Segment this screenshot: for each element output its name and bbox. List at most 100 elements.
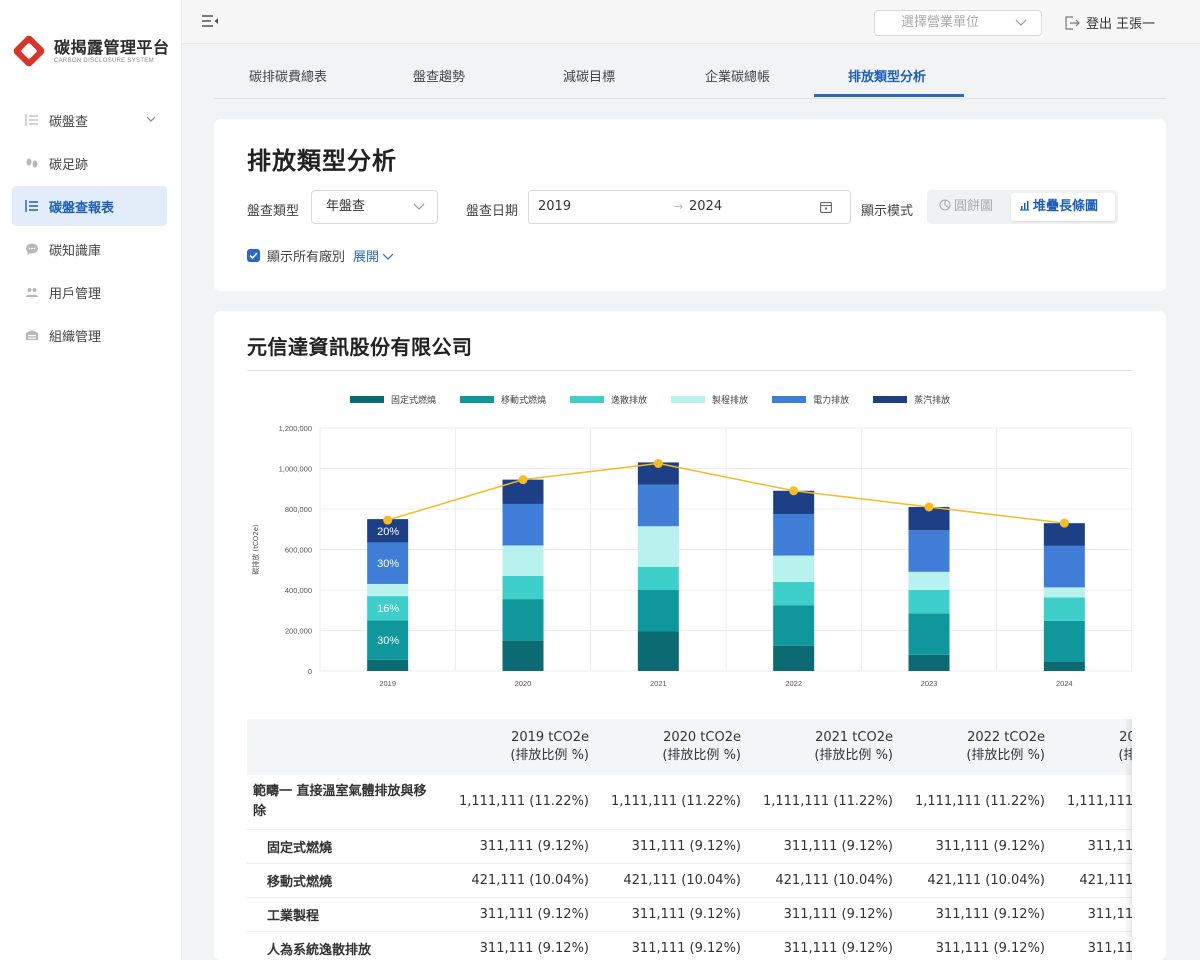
table-cell: 311,111 (9.12%) (599, 829, 751, 864)
table-cell: 311,111 (9.12%) (751, 897, 903, 932)
trend-point (383, 515, 393, 525)
date-range-arrow: → (674, 200, 684, 213)
show-all-plants-checkbox[interactable] (247, 249, 260, 262)
page-title: 排放類型分析 (247, 147, 397, 175)
date-end[interactable]: 2024 (689, 191, 722, 223)
legend-item[interactable]: 電力排放 (772, 393, 849, 406)
x-tick-label: 2023 (921, 679, 938, 688)
pie-chart-mode-button[interactable]: 圓餅圖 (931, 193, 1001, 221)
sidebar-item-carbon-report[interactable]: 碳盤查報表 (12, 186, 167, 226)
legend-swatch (873, 396, 908, 403)
check-icon (249, 252, 258, 260)
x-tick-label: 2019 (379, 679, 396, 688)
table-header-line: 2021 tCO2e (815, 730, 893, 745)
legend-item[interactable]: 移動式燃燒 (460, 393, 546, 406)
tab-carbon-fee-summary[interactable]: 碳排碳費總表 (249, 66, 327, 85)
logout-icon (1065, 15, 1080, 30)
tab-reduction-target[interactable]: 減碳目標 (563, 66, 615, 85)
tab-enterprise-ledger[interactable]: 企業碳總帳 (705, 66, 770, 85)
divider (247, 370, 1132, 371)
legend-item[interactable]: 蒸汽排放 (873, 393, 950, 406)
chevron-down-icon (413, 203, 425, 210)
logo[interactable]: 碳揭露管理平台 CARBON DISCLOSURE SYSTEM (12, 34, 170, 68)
y-tick-label: 200,000 (285, 627, 312, 636)
row-label: 固定式燃燒 (247, 829, 447, 864)
y-tick-label: 0 (308, 667, 312, 676)
sidebar-item-carbon-inventory[interactable]: 碳盤查 (12, 100, 167, 140)
x-tick-label: 2021 (650, 679, 667, 688)
expand-link[interactable]: 展開 (353, 246, 394, 265)
legend-swatch (460, 396, 495, 403)
trend-point (924, 502, 934, 512)
table-cell: 421,111 (10.04%) (903, 863, 1055, 898)
bar-segment (637, 590, 679, 632)
bar-chart-icon (1020, 201, 1029, 211)
table-header-cell: 2021 tCO2e (排放比例 %) (751, 719, 903, 775)
table-cell: 1,111,111 (11.22%) (447, 775, 599, 830)
bar-segment (773, 581, 815, 606)
sidebar-item-user-management[interactable]: 用戶管理 (12, 272, 167, 312)
legend-item[interactable]: 製程排放 (671, 393, 748, 406)
y-tick-label: 1,200,000 (279, 424, 312, 433)
bar-data-label: 20% (377, 526, 399, 538)
legend-label: 固定式燃燒 (391, 396, 437, 406)
collapse-menu-icon[interactable] (202, 15, 218, 27)
table-cell: 311,111 (9.12%) (447, 931, 599, 960)
x-tick-label: 2024 (1056, 679, 1073, 688)
sidebar-item-carbon-footprint[interactable]: 碳足跡 (12, 143, 167, 183)
legend-item[interactable]: 固定式燃燒 (350, 393, 436, 406)
table-header-cell (247, 719, 447, 775)
company-name: 元信達資訊股份有限公司 (247, 335, 473, 359)
y-tick-label: 400,000 (285, 586, 312, 595)
display-mode-toggle: 圓餅圖 堆疊長條圖 (927, 190, 1118, 224)
tab-emission-type-analysis[interactable]: 排放類型分析 (848, 66, 926, 85)
y-axis-label: 碳排放 (tCO2e) (251, 524, 260, 575)
table-cell: 311,111 (9.12%) (903, 897, 1055, 932)
unit-select[interactable]: 選擇營業單位 (874, 10, 1042, 36)
logo-icon (12, 34, 46, 68)
inventory-type-select[interactable]: 年盤查 (311, 190, 438, 224)
chevron-down-icon (1015, 19, 1027, 26)
legend-item[interactable]: 逸散排放 (570, 393, 647, 406)
table-cell: 421,111 (10.04%) (751, 863, 903, 898)
y-tick-label: 600,000 (285, 546, 312, 555)
table-cell: 311,111 (9.12%) (1055, 931, 1132, 960)
legend-label: 製程排放 (712, 396, 749, 406)
table-cell: 311,111 (9.12%) (447, 829, 599, 864)
bar-segment (908, 571, 950, 590)
table-row: 固定式燃燒 311,111 (9.12%) 311,111 (9.12%) 311,1… (247, 829, 1132, 864)
sidebar-item-label: 碳盤查報表 (49, 200, 115, 216)
list-icon (25, 113, 39, 127)
calendar-icon (820, 202, 832, 213)
table-cell: 311,111 (9.12%) (751, 931, 903, 960)
sidebar-item-org-management[interactable]: 組織管理 (12, 315, 167, 355)
row-label: 範疇一 直接溫室氣體排放與移除 (247, 775, 447, 830)
stacked-bar-mode-button[interactable]: 堆疊長條圖 (1011, 193, 1115, 221)
inventory-type-label: 盤查類型 (247, 204, 300, 219)
trend-point (789, 486, 799, 496)
chart-panel: 元信達資訊股份有限公司 固定式燃燒 移動式燃燒 逸散排放 製程排放 電力排放 蒸汽排放 0… (214, 311, 1166, 960)
table-cell: 311,111 (9.12%) (447, 897, 599, 932)
x-tick-label: 2022 (785, 679, 802, 688)
bar-segment (637, 631, 679, 671)
trend-point (518, 475, 528, 485)
tab-inventory-trend[interactable]: 盤查趨勢 (413, 66, 465, 85)
bar-segment (908, 654, 950, 671)
sidebar-item-knowledge-base[interactable]: 碳知識庫 (12, 229, 167, 269)
footprint-icon (25, 156, 39, 170)
table-cell: 1,111,111 (11.22%) (751, 775, 903, 830)
user-name: 王張一 (1116, 17, 1156, 32)
table-row: 移動式燃燒 421,111 (10.04%) 421,111 (10.04%) 421… (247, 863, 1132, 898)
table-header-cell: 2019 tCO2e (排放比例 %) (447, 719, 599, 775)
bar-segment (637, 566, 679, 590)
date-start[interactable]: 2019 (538, 199, 571, 214)
table-cell: 311,111 (9.12%) (751, 829, 903, 864)
bar-segment (773, 514, 815, 556)
x-tick-label: 2020 (515, 679, 532, 688)
sidebar-item-label: 用戶管理 (49, 286, 102, 302)
expand-label: 展開 (353, 250, 380, 265)
table-header-line: (排放比例 %) (966, 748, 1045, 763)
inventory-date-range[interactable]: 2019 → 2024 (528, 190, 851, 224)
logout-button[interactable]: 登出 王張一 (1065, 13, 1155, 32)
bar-segment (502, 599, 544, 641)
